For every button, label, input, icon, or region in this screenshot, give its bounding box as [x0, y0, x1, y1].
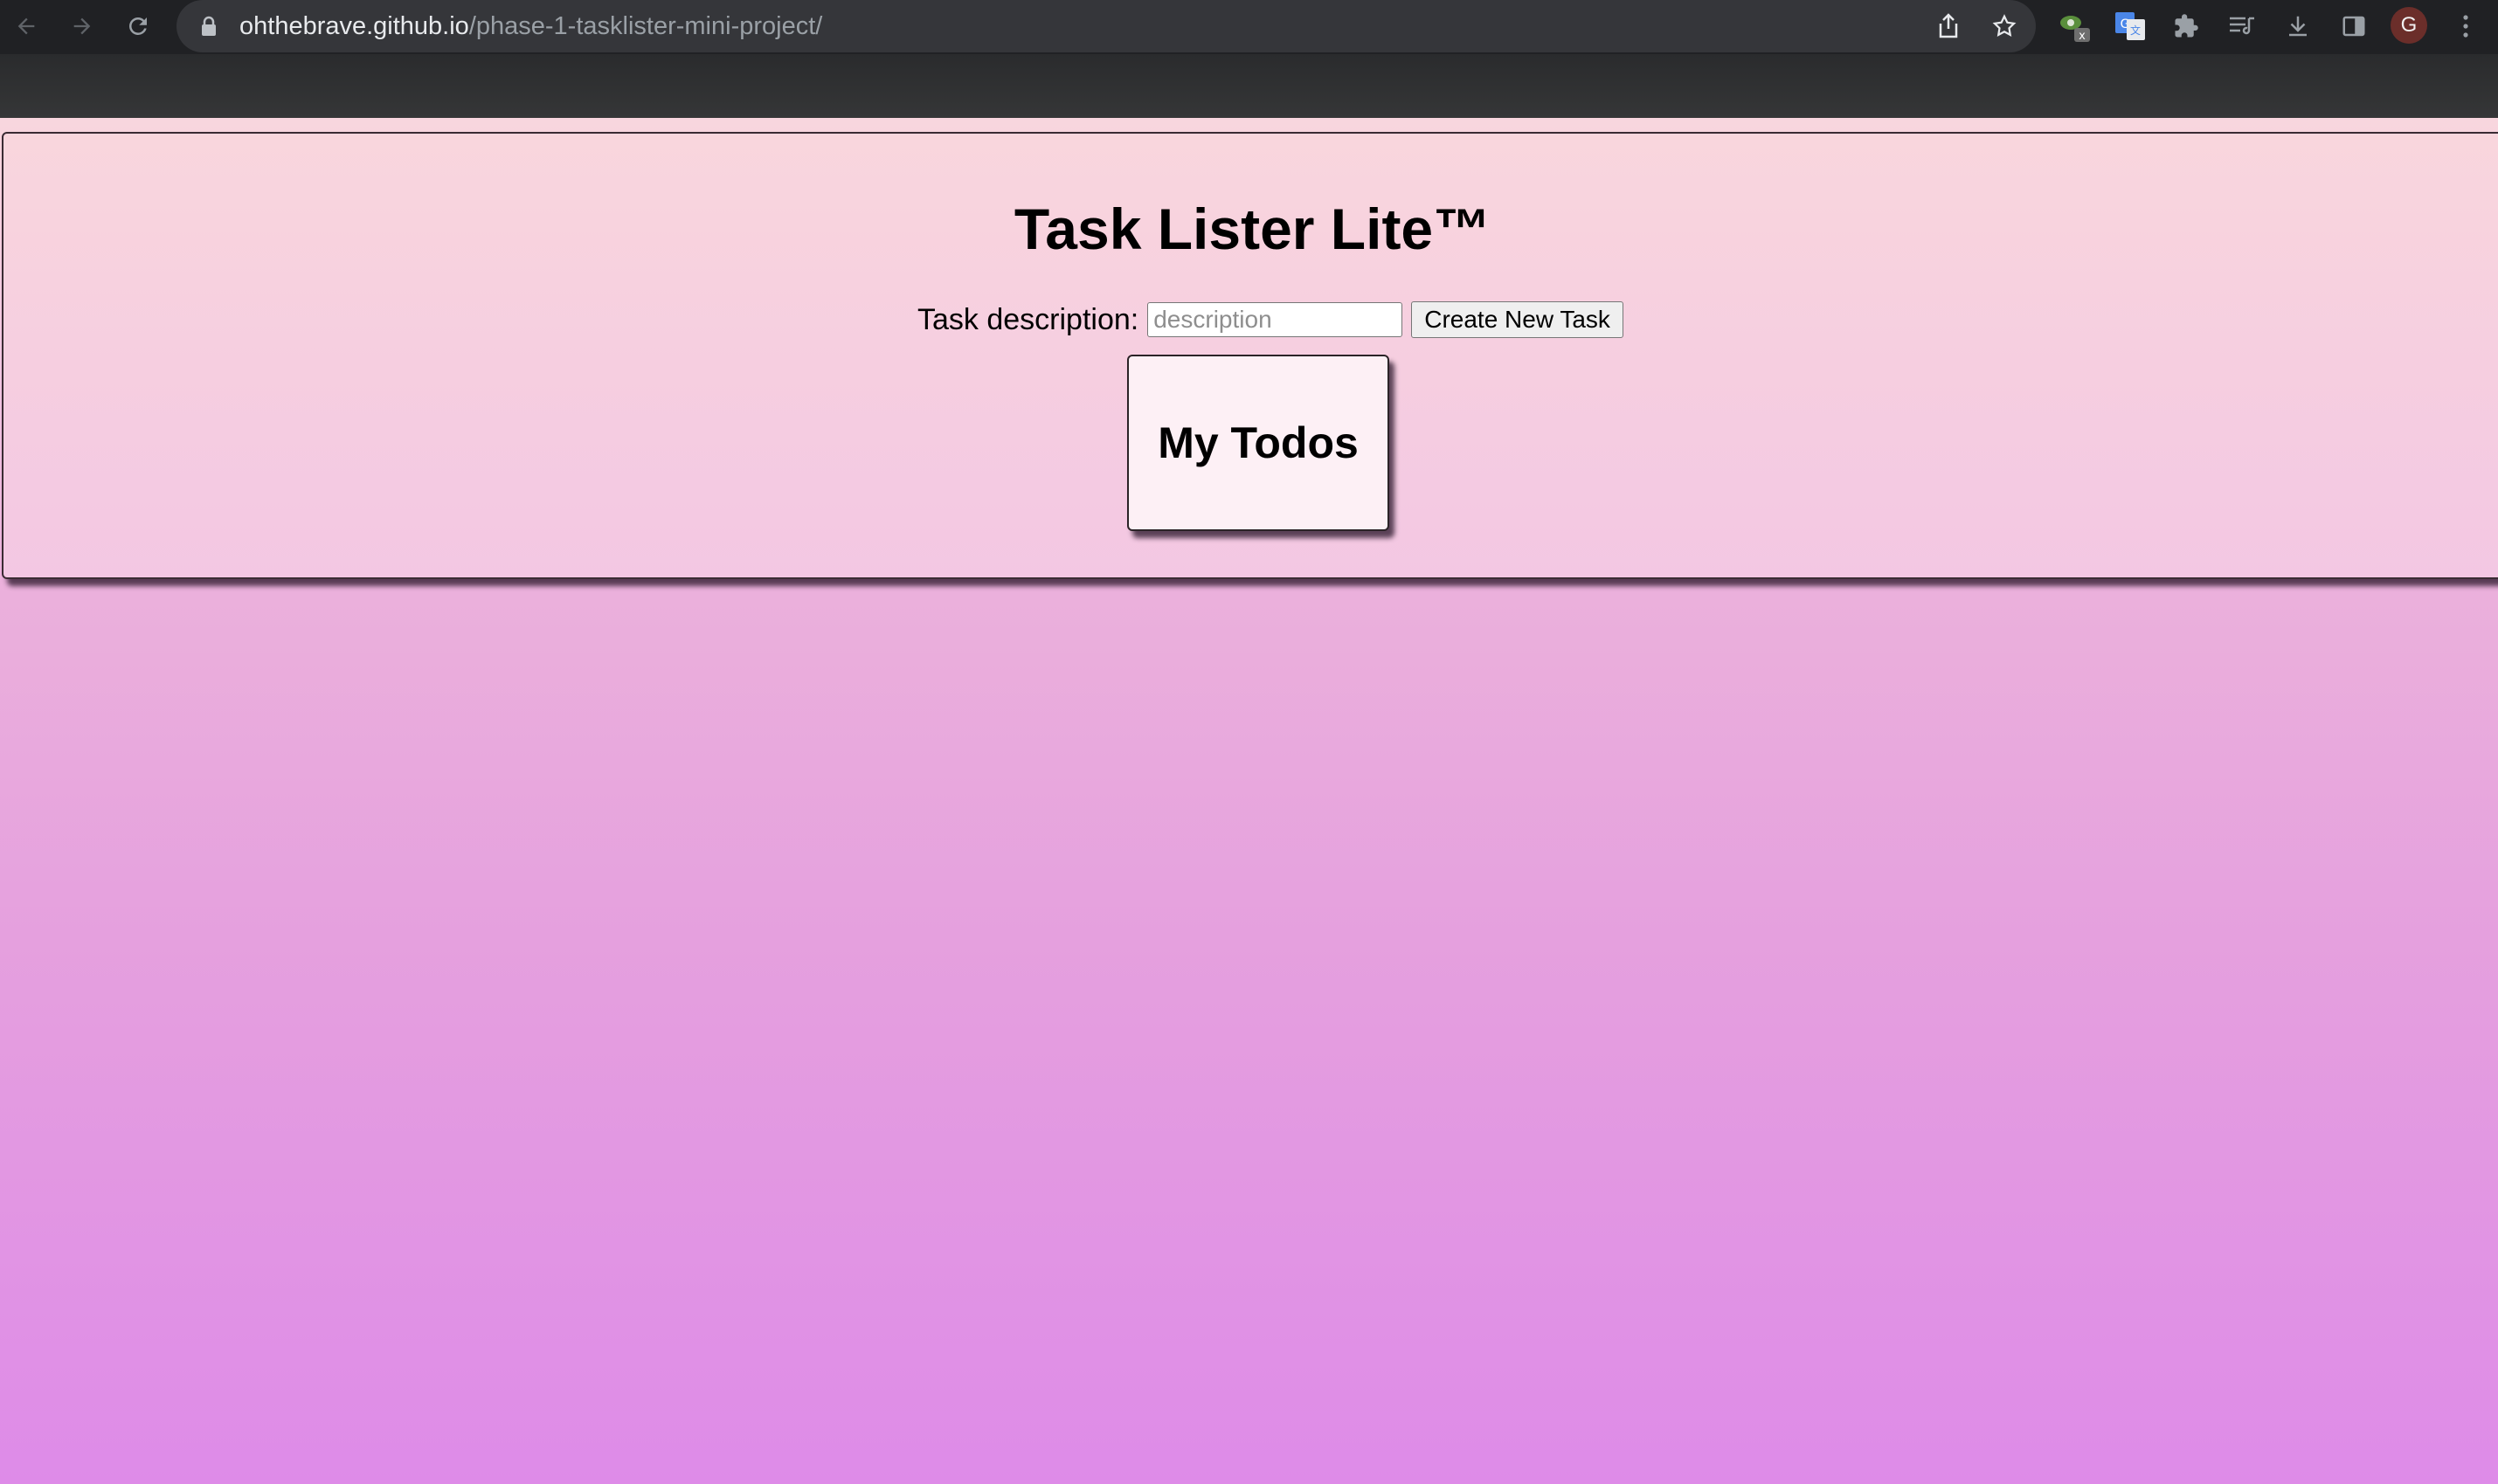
share-icon[interactable] — [1931, 9, 1966, 44]
reading-list-icon[interactable] — [2223, 7, 2261, 45]
url-path: /phase-1-tasklister-mini-project/ — [468, 11, 823, 40]
address-bar[interactable]: ohthebrave.github.io/phase-1-tasklister-… — [176, 0, 2036, 52]
svg-text:文: 文 — [2130, 24, 2141, 37]
back-arrow-icon[interactable] — [7, 7, 45, 45]
google-translate-icon[interactable]: G文 — [2111, 7, 2149, 45]
eye-extension-icon[interactable]: x — [2055, 7, 2093, 45]
forward-arrow-icon[interactable] — [63, 7, 101, 45]
browser-toolbar: ohthebrave.github.io/phase-1-tasklister-… — [0, 0, 2498, 54]
create-new-task-button[interactable]: Create New Task — [1411, 301, 1623, 338]
reload-icon[interactable] — [119, 7, 157, 45]
my-todos-heading: My Todos — [1158, 418, 1359, 467]
avatar[interactable]: G — [2391, 7, 2427, 44]
task-description-label: Task description: — [917, 302, 1139, 336]
task-description-input[interactable] — [1147, 302, 1403, 337]
kebab-menu-icon[interactable] — [2446, 7, 2485, 45]
page-title: Task Lister Lite™ — [1014, 197, 1491, 261]
svg-text:x: x — [2079, 30, 2086, 43]
lock-icon[interactable] — [197, 13, 220, 39]
my-todos-card: My Todos — [1127, 355, 1389, 531]
url-host: ohthebrave.github.io — [239, 11, 469, 40]
page-content: Task Lister Lite™ Task description: Crea… — [0, 118, 2498, 1484]
puzzle-extensions-icon[interactable] — [2167, 7, 2205, 45]
create-task-form: Task description: Create New Task — [917, 300, 1623, 340]
browser-bookmark-bar — [0, 54, 2498, 118]
side-panel-icon[interactable] — [2335, 7, 2373, 45]
star-icon[interactable] — [1987, 9, 2022, 44]
download-icon[interactable] — [2279, 7, 2317, 45]
